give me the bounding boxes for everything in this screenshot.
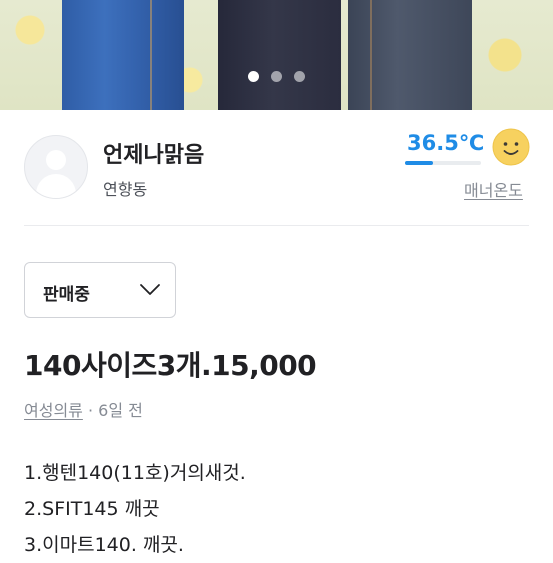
meta-separator: ·	[82, 401, 99, 420]
description-line: 1.행텐140(11호)거의새것.	[24, 462, 246, 484]
seller-location: 연향동	[103, 180, 148, 199]
carousel-dot[interactable]	[248, 71, 259, 82]
product-category-link[interactable]: 여성의류	[24, 401, 83, 420]
posted-time: 6일 전	[98, 401, 143, 420]
default-profile-icon[interactable]	[24, 135, 88, 199]
manner-temperature-fill	[405, 161, 434, 165]
product-description: 1.행텐140(11호)거의새것. 2.SFIT145 깨끗 3.이마트140.…	[24, 455, 529, 563]
description-line: 3.이마트140. 깨끗.	[24, 534, 184, 556]
seller-profile[interactable]: 언제나맑음 연향동 36.5℃ 매너온도	[0, 110, 553, 225]
chevron-down-icon	[140, 284, 160, 295]
sale-status-select[interactable]: 판매중	[24, 262, 176, 318]
carousel-dot[interactable]	[294, 71, 305, 82]
carousel-indicator	[0, 71, 553, 82]
jeans-seam	[370, 0, 372, 110]
seller-name[interactable]: 언제나맑음	[103, 137, 204, 169]
sale-status-value: 판매중	[43, 285, 90, 305]
jeans-photo-1	[62, 0, 184, 110]
jeans-photo-3	[348, 0, 472, 110]
smile-face-icon	[492, 128, 530, 166]
product-meta: 여성의류 · 6일 전	[24, 397, 143, 421]
jeans-photo-2	[218, 0, 341, 110]
product-image[interactable]	[0, 0, 553, 110]
description-line: 2.SFIT145 깨끗	[24, 498, 160, 520]
jeans-seam	[150, 0, 152, 110]
manner-temperature-bar	[405, 161, 481, 165]
product-title: 140사이즈3개.15,000	[24, 349, 317, 382]
section-divider	[24, 225, 529, 226]
carousel-dot[interactable]	[271, 71, 282, 82]
manner-temperature: 36.5℃	[407, 131, 485, 155]
manner-temperature-link[interactable]: 매너온도	[464, 177, 523, 201]
